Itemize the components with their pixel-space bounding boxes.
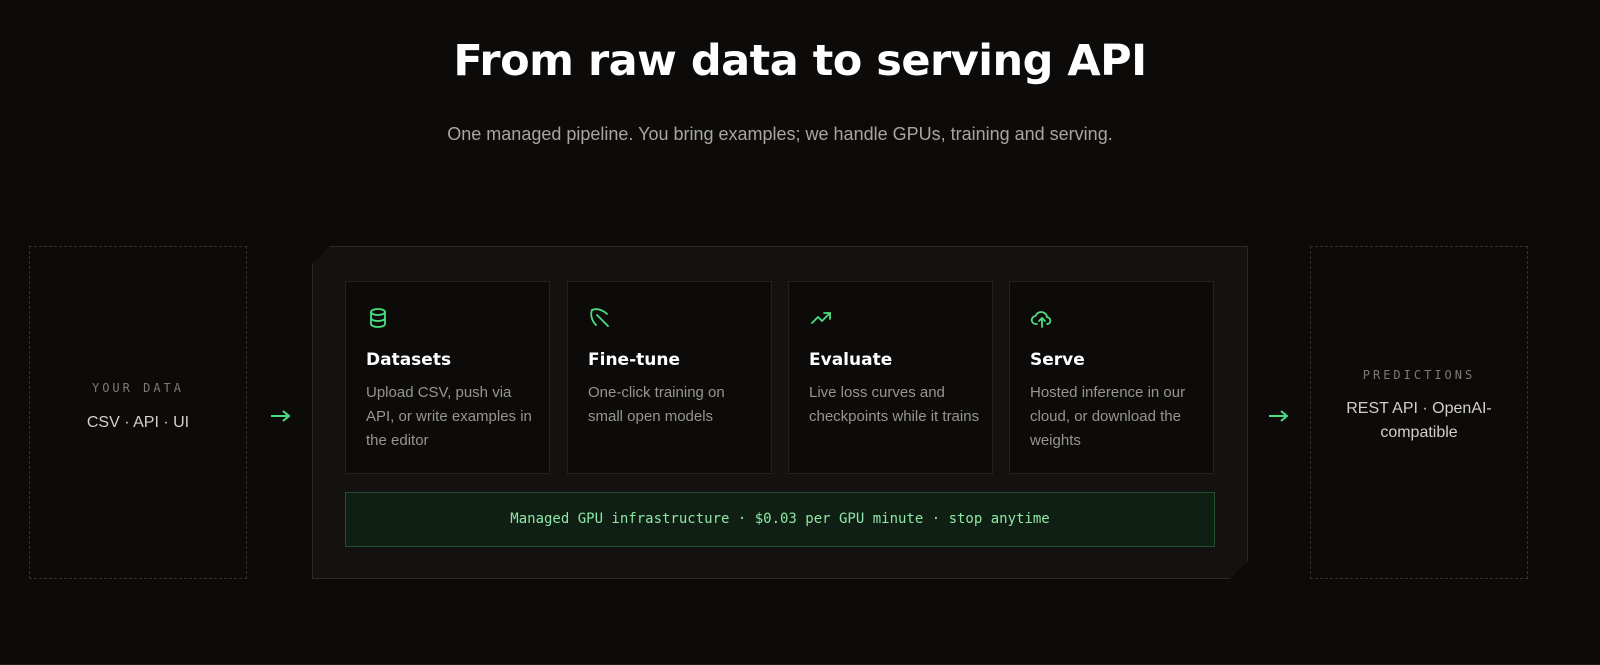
arrow-right-icon: [1269, 410, 1289, 422]
stage-description: Live loss curves and checkpoints while i…: [809, 384, 980, 425]
output-label: PREDICTIONS: [1362, 368, 1476, 382]
pickaxe-icon: [590, 308, 609, 327]
database-icon: [370, 308, 386, 328]
stage-title: Fine-tune: [588, 350, 680, 370]
input-value: CSV · API · UI: [86, 414, 190, 431]
stage-card-fine-tune: Fine-tune One-click training on small op…: [567, 281, 772, 474]
stage-title: Datasets: [366, 350, 452, 370]
pipeline-section: From raw data to serving API One managed…: [0, 0, 1600, 665]
section-title: From raw data to serving API: [453, 36, 1147, 86]
stage-title: Serve: [1030, 350, 1085, 370]
predictions-box: PREDICTIONS REST API · OpenAI-compatible: [1310, 246, 1528, 579]
output-value: REST API · OpenAI-compatible: [1346, 400, 1492, 441]
arrow-right-icon: [271, 410, 291, 422]
stage-description: Hosted inference in our cloud, or downlo…: [1030, 384, 1186, 449]
stage-description: One-click training on small open models: [588, 384, 725, 425]
stage-card-datasets: Datasets Upload CSV, push via API, or wr…: [345, 281, 550, 474]
gpu-infrastructure-banner: Managed GPU infrastructure · $0.03 per G…: [345, 492, 1215, 547]
stage-card-evaluate: Evaluate Live loss curves and checkpoint…: [788, 281, 993, 474]
input-label: YOUR DATA: [91, 381, 185, 395]
cloud-upload-icon: [1030, 311, 1052, 328]
stage-description: Upload CSV, push via API, or write examp…: [366, 384, 532, 449]
input-data-box: YOUR DATA CSV · API · UI: [29, 246, 247, 579]
stage-card-serve: Serve Hosted inference in our cloud, or …: [1009, 281, 1214, 474]
trending-up-icon: [811, 312, 831, 324]
stage-title: Evaluate: [809, 350, 893, 370]
section-subtitle: One managed pipeline. You bring examples…: [447, 124, 1113, 144]
